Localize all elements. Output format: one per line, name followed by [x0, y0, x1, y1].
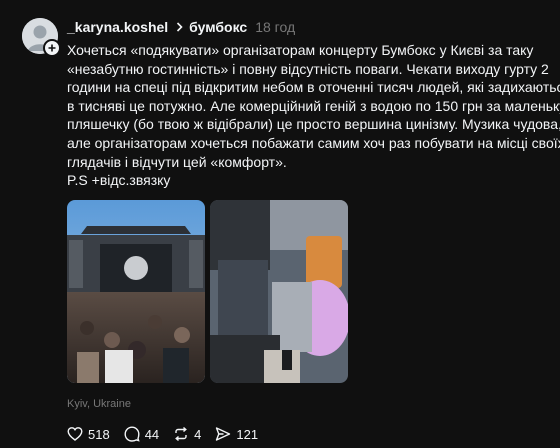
share-count: 121: [236, 426, 259, 442]
reply-count: 44: [144, 426, 160, 442]
username-link[interactable]: _karyna.koshel: [67, 19, 168, 35]
post-header: _karyna.koshel бумбокс 18 год: [67, 18, 295, 36]
post-text-line: пляшечку (бо твою ж відібрали) це просто…: [67, 116, 560, 133]
follow-button[interactable]: [43, 39, 61, 57]
comment-icon: [124, 426, 140, 442]
repost-icon: [175, 426, 188, 442]
post-text-line: Хочеться «подякувати» організаторам конц…: [67, 42, 534, 58]
post-timestamp[interactable]: 18 год: [255, 19, 295, 35]
send-icon: [216, 427, 231, 441]
action-bar: 518 44 4 121: [67, 424, 272, 444]
post-text-line: але організаторам хочеться побажати сами…: [67, 134, 560, 151]
post-text-line: години на спеці під відкритим небом в от…: [67, 79, 560, 96]
like-button[interactable]: 518: [67, 426, 110, 442]
post-text-line: «незабутню гостинність» і повну відсутні…: [67, 60, 549, 77]
share-button[interactable]: 121: [215, 426, 258, 442]
post-text-line: глядачів і відчути цей «комфорт».: [67, 153, 287, 170]
chevron-right-icon: [176, 22, 183, 32]
post-photo-crowd[interactable]: [210, 200, 348, 383]
repost-button[interactable]: 4: [173, 426, 201, 442]
heart-icon: [67, 427, 83, 441]
like-count: 518: [88, 426, 110, 442]
repost-count: 4: [194, 426, 202, 442]
post-text-line: в тисняві це потужно. Але комерційний ге…: [67, 97, 560, 114]
thread-post: _karyna.koshel бумбокс 18 год Хочеться «…: [0, 0, 560, 448]
post-text: Хочеться «подякувати» організаторам конц…: [67, 41, 560, 190]
post-photo-stage[interactable]: [67, 200, 205, 383]
plus-icon: [48, 44, 56, 52]
reply-button[interactable]: 44: [124, 426, 159, 442]
community-link[interactable]: бумбокс: [189, 19, 247, 35]
location-label[interactable]: Kyiv, Ukraine: [67, 398, 131, 410]
post-text-line: P.S +відс.звязку: [67, 172, 171, 189]
